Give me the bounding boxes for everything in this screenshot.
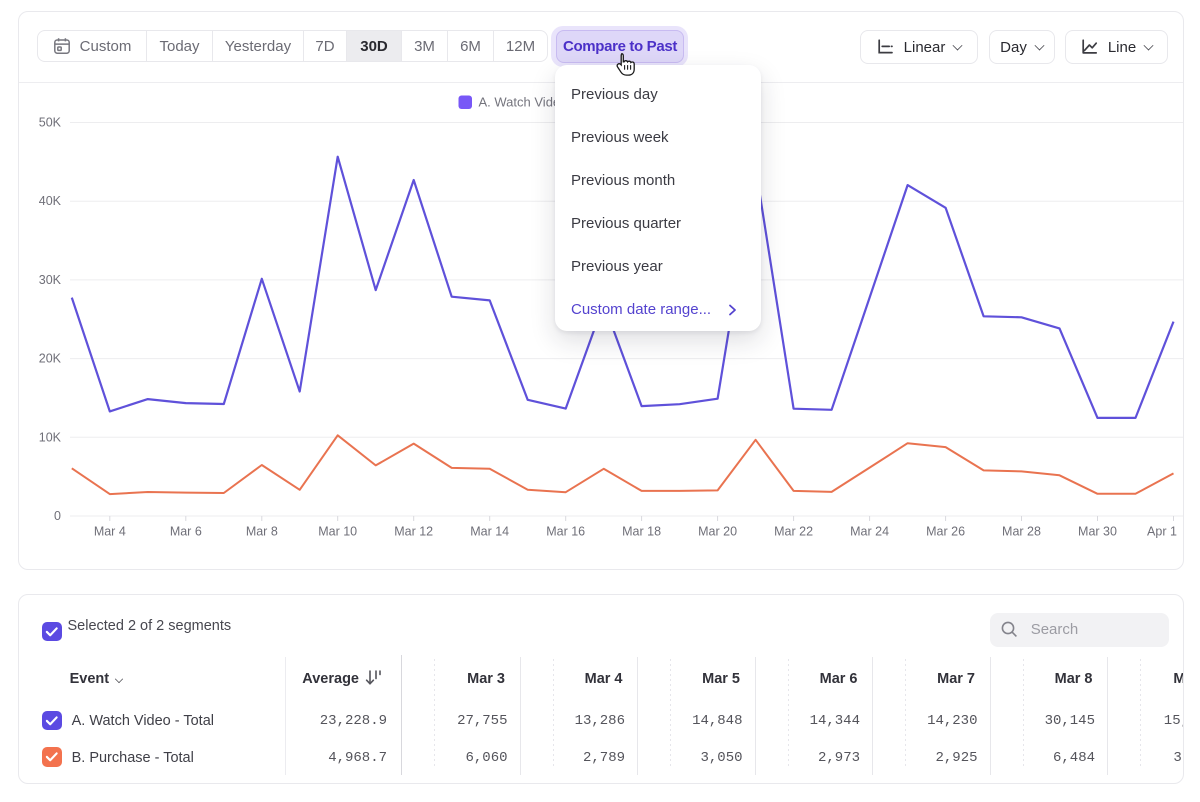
svg-text:Mar 12: Mar 12 <box>394 525 433 539</box>
svg-text:Mar 14: Mar 14 <box>470 525 509 539</box>
svg-text:Mar 4: Mar 4 <box>94 525 126 539</box>
svg-text:Mar 16: Mar 16 <box>546 525 585 539</box>
svg-text:0: 0 <box>54 509 61 523</box>
svg-text:Mar 8: Mar 8 <box>246 525 278 539</box>
svg-text:Mar 10: Mar 10 <box>318 525 357 539</box>
svg-text:30K: 30K <box>39 273 62 287</box>
svg-text:Mar 20: Mar 20 <box>698 525 737 539</box>
svg-text:Mar 28: Mar 28 <box>1002 525 1041 539</box>
svg-text:Apr 1: Apr 1 <box>1147 525 1177 539</box>
svg-text:Mar 26: Mar 26 <box>926 525 965 539</box>
svg-text:20K: 20K <box>39 352 62 366</box>
svg-text:Mar 22: Mar 22 <box>774 525 813 539</box>
svg-text:Mar 6: Mar 6 <box>170 525 202 539</box>
svg-text:10K: 10K <box>39 430 62 444</box>
svg-text:Mar 24: Mar 24 <box>850 525 889 539</box>
svg-text:40K: 40K <box>39 194 62 208</box>
svg-text:Mar 18: Mar 18 <box>622 525 661 539</box>
svg-text:50K: 50K <box>39 116 62 130</box>
svg-text:Mar 30: Mar 30 <box>1078 525 1117 539</box>
